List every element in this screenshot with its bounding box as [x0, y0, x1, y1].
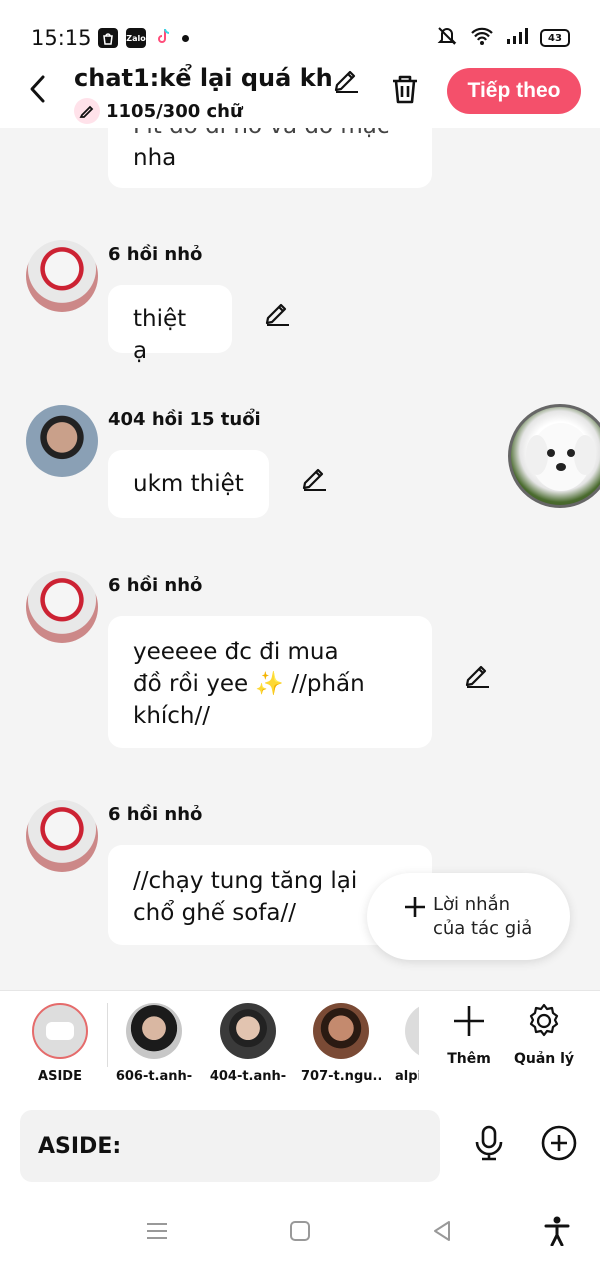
- avatar[interactable]: [26, 405, 98, 477]
- pencil-icon: [265, 303, 289, 326]
- message-bubble[interactable]: Pit đó đi ho và đồ mặc nha: [108, 128, 432, 188]
- avatar: [126, 1003, 182, 1059]
- chat-feed[interactable]: Pit đó đi ho và đồ mặc nha 6 hồi nhỏ thi…: [0, 128, 600, 990]
- status-time: 15:15: [31, 26, 92, 50]
- avatar: [405, 1003, 419, 1059]
- word-count-row: 1105/300 chữ: [74, 98, 243, 124]
- add-button[interactable]: [540, 1124, 578, 1162]
- pencil-icon: [302, 468, 326, 491]
- avatar[interactable]: [26, 800, 98, 872]
- message-text: nha: [133, 145, 177, 171]
- message-bubble[interactable]: ukm thiệt: [108, 450, 269, 518]
- sender-name: 404 hồi 15 tuổi: [108, 409, 261, 430]
- message-text: yeeeee đc đi mua: [133, 639, 339, 665]
- edit-message-button[interactable]: [300, 463, 328, 491]
- author-note-line: của tác giả: [433, 917, 533, 939]
- pencil-icon: [334, 70, 358, 93]
- composer: [0, 1098, 600, 1196]
- more-notifications-dot: [182, 34, 189, 42]
- message-bubble[interactable]: yeeeee đc đi mua đồ rồi yee ✨ //phấn khí…: [108, 616, 432, 748]
- avatar: [220, 1003, 276, 1059]
- plus-icon: [449, 1001, 489, 1041]
- chat-header: chat1:kể lại quá kh... 1105/300 chữ Tiếp…: [0, 60, 600, 128]
- zalo-icon: Zalo: [126, 28, 146, 48]
- message-text: khích//: [133, 703, 211, 729]
- word-count: 1105/300 chữ: [106, 100, 243, 122]
- message-bubble[interactable]: thiệt ạ: [108, 285, 232, 364]
- message-text: Pit đó đi ho và đồ mặc: [133, 128, 407, 142]
- battery-icon: 43: [540, 29, 570, 47]
- message-text: chổ ghế sofa//: [133, 900, 296, 926]
- back-button[interactable]: [22, 74, 52, 104]
- avatar[interactable]: [26, 240, 98, 312]
- triangle-back-icon: [434, 1221, 450, 1241]
- trash-icon: [393, 75, 417, 104]
- mute-icon: [436, 26, 458, 50]
- voice-button[interactable]: [470, 1124, 508, 1162]
- character-item[interactable]: 404-t.anh-: [208, 1003, 288, 1084]
- character-item[interactable]: 606-t.anh-: [114, 1003, 194, 1084]
- divider: [107, 1003, 108, 1067]
- plus-icon: [405, 897, 425, 917]
- message-input[interactable]: [20, 1110, 440, 1182]
- author-note-line: Lời nhắn: [433, 893, 511, 915]
- message-text: ukm thiệt: [133, 471, 244, 497]
- character-item[interactable]: 707-t.ngu...: [301, 1003, 381, 1084]
- sender-name: 6 hồi nhỏ: [108, 804, 203, 825]
- edit-message-button[interactable]: [263, 298, 291, 326]
- author-note-button[interactable]: Lời nhắn của tác giả: [367, 873, 570, 960]
- accessibility-icon: [544, 1216, 570, 1246]
- chat-title[interactable]: chat1:kể lại quá kh...: [74, 64, 334, 92]
- signal-icon: [506, 27, 528, 49]
- sender-name: 6 hồi nhỏ: [108, 244, 203, 265]
- aside-icon: [32, 1003, 88, 1059]
- message-text: //chạy tung tăng lại: [133, 868, 358, 894]
- add-label: Thêm: [447, 1051, 491, 1067]
- manage-button[interactable]: Quản lý: [509, 1001, 579, 1067]
- menu-icon: [147, 1223, 167, 1239]
- avatar: [313, 1003, 369, 1059]
- home-square-icon: [290, 1221, 310, 1241]
- character-bar: ASIDE 606-t.anh- 404-t.anh- 707-t.ngu...…: [0, 990, 600, 1098]
- sender-name: 6 hồi nhỏ: [108, 575, 203, 596]
- gear-icon: [524, 1001, 564, 1041]
- dog-avatar-icon: [526, 423, 596, 491]
- shopee-icon: [98, 28, 118, 48]
- author-note-label: Lời nhắn của tác giả: [433, 893, 532, 941]
- system-icons: 43: [436, 26, 570, 50]
- tiktok-icon: [154, 26, 174, 50]
- character-aside[interactable]: ASIDE: [20, 1003, 100, 1084]
- system-nav-bar: [0, 1196, 600, 1267]
- character-name: ASIDE: [38, 1069, 82, 1084]
- character-name: alpi: [395, 1069, 419, 1084]
- pencil-icon: [465, 665, 489, 688]
- home-nav-button[interactable]: [285, 1216, 315, 1246]
- notification-icons: Zalo: [98, 26, 189, 50]
- wifi-icon: [470, 26, 494, 50]
- delete-button[interactable]: [388, 72, 422, 106]
- edit-title-button[interactable]: [332, 65, 360, 93]
- chevron-left-icon: [30, 75, 45, 103]
- message-text: đồ rồi yee ✨ //phấn: [133, 671, 365, 697]
- plus-circle-icon: [541, 1125, 577, 1161]
- manage-label: Quản lý: [513, 1051, 575, 1067]
- accessibility-button[interactable]: [542, 1216, 572, 1246]
- character-item[interactable]: alpi: [385, 1003, 419, 1084]
- next-button[interactable]: Tiếp theo: [447, 68, 581, 114]
- pencil-icon: [74, 98, 100, 124]
- add-character-button[interactable]: Thêm: [434, 1001, 504, 1067]
- character-name: 404-t.anh-: [209, 1069, 287, 1084]
- character-name: 707-t.ngu...: [301, 1069, 381, 1084]
- back-nav-button[interactable]: [427, 1216, 457, 1246]
- menu-nav-button[interactable]: [142, 1216, 172, 1246]
- avatar[interactable]: [26, 571, 98, 643]
- character-name: 606-t.anh-: [115, 1069, 193, 1084]
- edit-message-button[interactable]: [463, 660, 491, 688]
- message-text: thiệt ạ: [133, 306, 187, 364]
- microphone-icon: [475, 1125, 503, 1161]
